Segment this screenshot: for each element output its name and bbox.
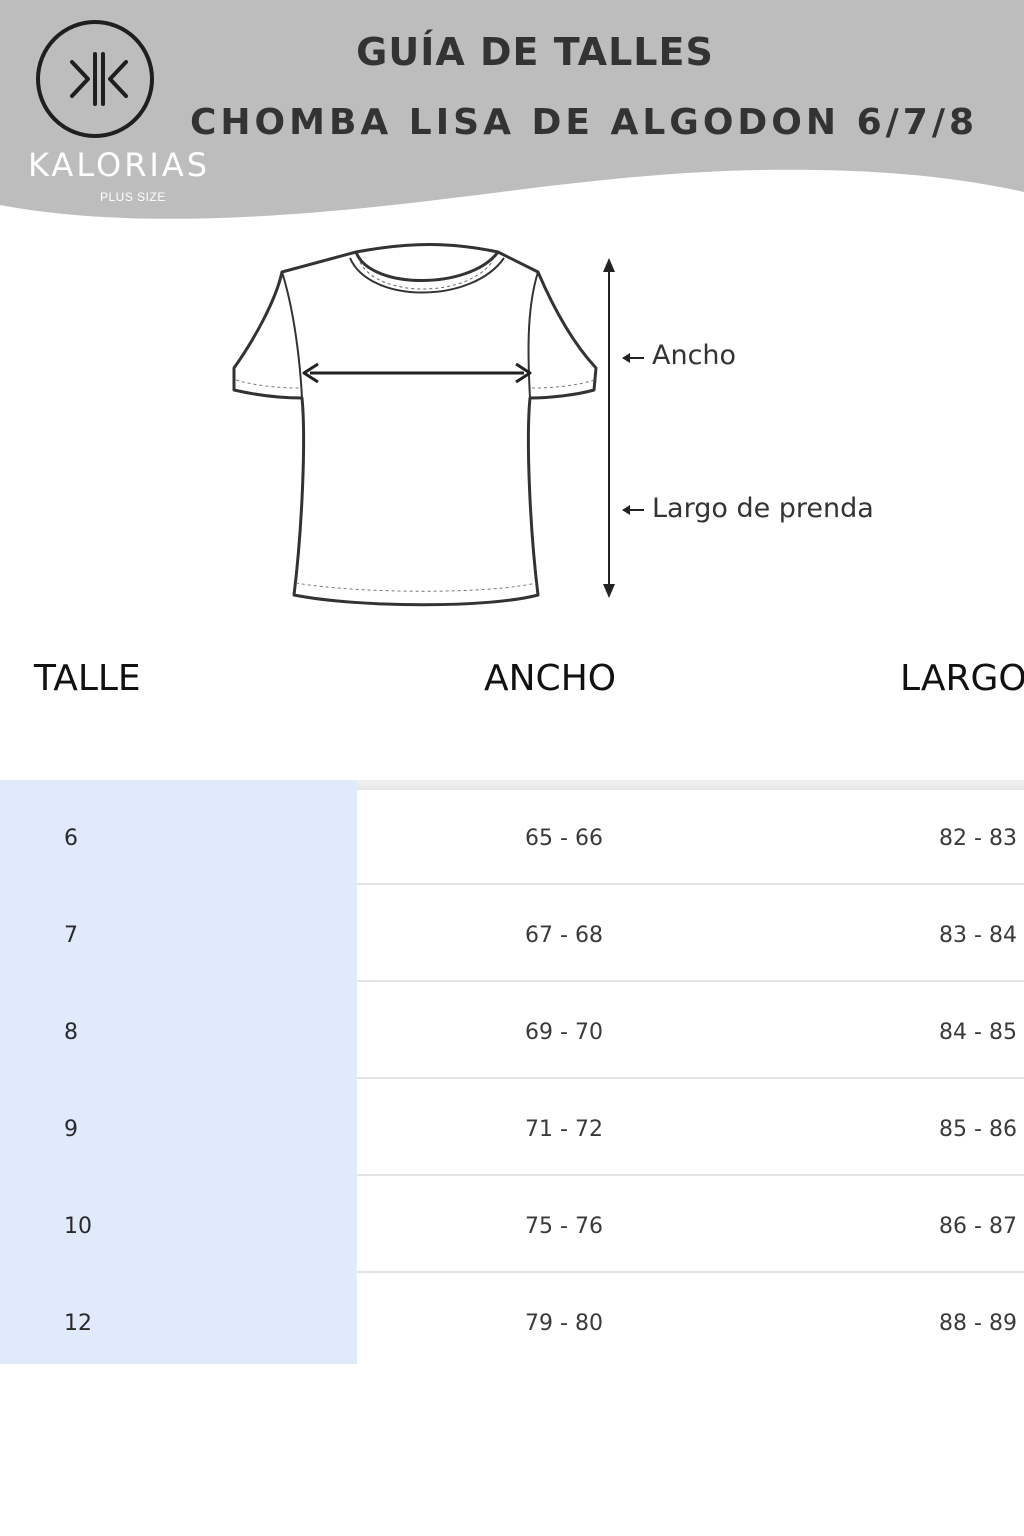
size-cell: 6 <box>64 826 78 851</box>
size-cell: 8 <box>64 1020 78 1045</box>
tshirt-illustration <box>232 243 644 607</box>
length-cell: 82 - 83 <box>939 826 1017 851</box>
brand-name: KALORIAS <box>28 146 211 184</box>
table-row: 9 71 - 72 85 - 86 <box>0 1079 1024 1176</box>
column-header-length: LARGO <box>900 658 1024 699</box>
width-cell: 75 - 76 <box>525 1214 603 1239</box>
length-label: Largo de prenda <box>652 493 874 524</box>
length-cell: 83 - 84 <box>939 923 1017 948</box>
width-cell: 67 - 68 <box>525 923 603 948</box>
width-label: Ancho <box>652 340 737 371</box>
brand-tagline: PLUS SIZE <box>100 190 166 204</box>
table-row: 12 79 - 80 88 - 89 <box>0 1273 1024 1364</box>
table-row: 7 67 - 68 83 - 84 <box>0 885 1024 982</box>
column-header-width: ANCHO <box>484 658 617 699</box>
length-cell: 84 - 85 <box>939 1020 1017 1045</box>
size-cell: 7 <box>64 923 78 948</box>
size-table: 6 65 - 66 82 - 83 7 67 - 68 83 - 84 8 69… <box>0 780 1024 1364</box>
table-row: 10 75 - 76 86 - 87 <box>0 1176 1024 1273</box>
size-cell: 10 <box>64 1214 92 1239</box>
logo-monogram-icon <box>70 52 128 106</box>
width-cell: 79 - 80 <box>525 1311 603 1336</box>
page-subtitle: CHOMBA LISA DE ALGODON 6/7/8 <box>190 102 979 143</box>
table-row: 8 69 - 70 84 - 85 <box>0 982 1024 1079</box>
width-cell: 65 - 66 <box>525 826 603 851</box>
length-cell: 85 - 86 <box>939 1117 1017 1142</box>
table-row: 6 65 - 66 82 - 83 <box>0 788 1024 885</box>
size-cell: 9 <box>64 1117 78 1142</box>
size-cell: 12 <box>64 1311 92 1336</box>
page-title: GUÍA DE TALLES <box>356 30 714 74</box>
header-band: KALORIAS PLUS SIZE GUÍA DE TALLES CHOMBA… <box>0 0 1024 230</box>
width-cell: 69 - 70 <box>525 1020 603 1045</box>
length-cell: 86 - 87 <box>939 1214 1017 1239</box>
length-cell: 88 - 89 <box>939 1311 1017 1336</box>
column-header-size: TALLE <box>34 658 141 699</box>
garment-diagram: Ancho Largo de prenda <box>220 240 920 620</box>
width-cell: 71 - 72 <box>525 1117 603 1142</box>
